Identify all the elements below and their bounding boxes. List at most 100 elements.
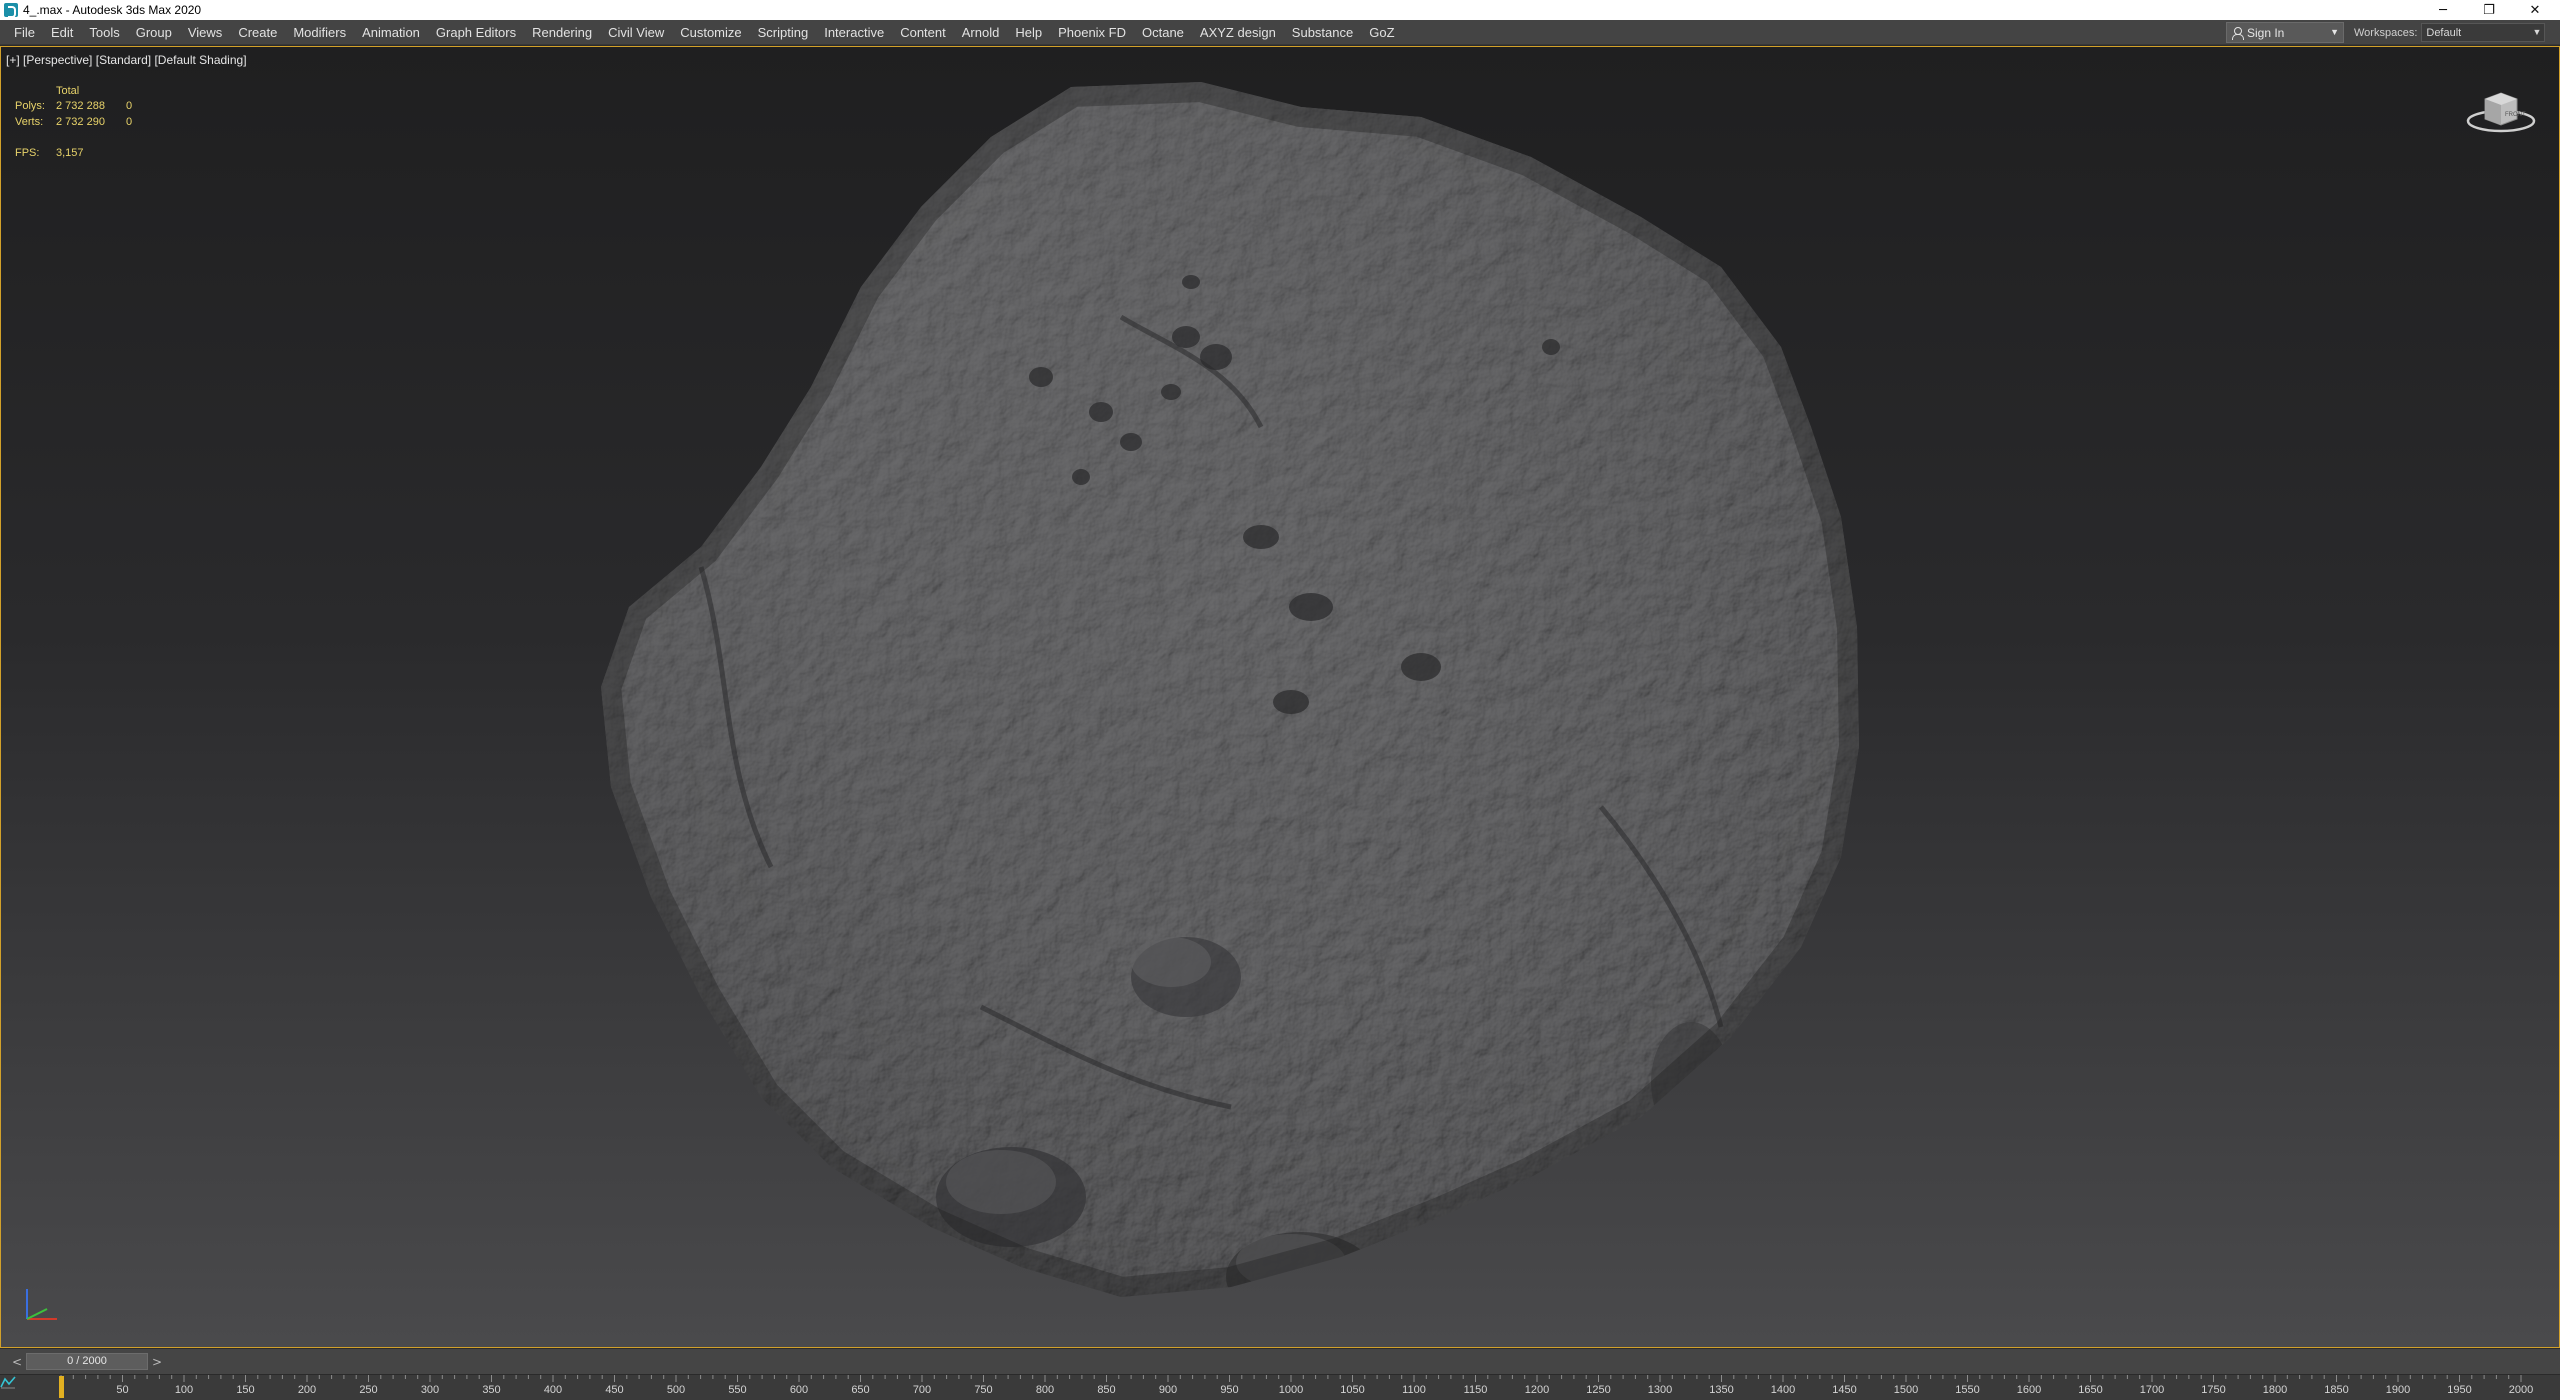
menu-group[interactable]: Group <box>128 20 180 45</box>
asteroid-mesh[interactable] <box>1 47 2559 1347</box>
track-tick-label: 500 <box>667 1384 685 1396</box>
track-tick-label: 1550 <box>1955 1384 1979 1396</box>
track-tick-label: 1000 <box>1279 1384 1303 1396</box>
menu-views[interactable]: Views <box>180 20 230 45</box>
track-tick-label: 1850 <box>2324 1384 2348 1396</box>
menu-civil-view[interactable]: Civil View <box>600 20 672 45</box>
window-title: 4_.max - Autodesk 3ds Max 2020 <box>23 3 202 17</box>
3ds-max-icon <box>4 3 18 18</box>
menu-goz[interactable]: GoZ <box>1361 20 1402 45</box>
track-tick-label: 350 <box>482 1384 500 1396</box>
time-slider-thumb[interactable]: 0 / 2000 <box>26 1353 148 1370</box>
sign-in-dropdown[interactable]: Sign In ▼ <box>2226 22 2344 43</box>
track-tick-label: 1250 <box>1586 1384 1610 1396</box>
minimize-button[interactable]: ─ <box>2420 0 2466 20</box>
track-bar[interactable]: 50 100 150 200 250 300 350 400 450 500 550 600 650 70… <box>0 1374 2560 1400</box>
menu-octane[interactable]: Octane <box>1134 20 1192 45</box>
track-bar-ruler: 50 100 150 200 250 300 350 400 450 500 550 600 650 70… <box>59 1375 2533 1398</box>
viewport-shading[interactable]: [Default Shading] <box>154 53 246 67</box>
stats-verts-row: Verts: 2 732 290 0 <box>15 116 155 130</box>
menu-create[interactable]: Create <box>230 20 285 45</box>
chevron-down-icon: ▼ <box>2532 27 2542 37</box>
workspace-value: Default <box>2426 26 2462 39</box>
track-tick-label: 1300 <box>1648 1384 1672 1396</box>
title-bar: 4_.max - Autodesk 3ds Max 2020 ─ ❐ ✕ <box>0 0 2560 20</box>
track-tick-label: 700 <box>913 1384 931 1396</box>
track-tick-label: 2000 <box>2509 1384 2533 1396</box>
stats-total-header: Total <box>56 85 80 97</box>
menu-graph-editors[interactable]: Graph Editors <box>428 20 524 45</box>
track-tick-label: 1700 <box>2140 1384 2164 1396</box>
track-tick-label: 1750 <box>2201 1384 2225 1396</box>
asteroid-body <box>601 82 1859 1297</box>
menu-modifiers[interactable]: Modifiers <box>285 20 354 45</box>
track-tick-label: 1900 <box>2386 1384 2410 1396</box>
track-tick-label: 150 <box>236 1384 254 1396</box>
track-tick-label: 1650 <box>2078 1384 2102 1396</box>
menu-rendering[interactable]: Rendering <box>524 20 600 45</box>
restore-button[interactable]: ❐ <box>2466 0 2512 20</box>
workspace-dropdown[interactable]: Default ▼ <box>2421 23 2546 42</box>
sign-in-label: Sign In <box>2247 25 2285 40</box>
prev-frame-button[interactable]: < <box>10 1355 24 1369</box>
menu-phoenix-fd[interactable]: Phoenix FD <box>1050 20 1134 45</box>
track-tick-label: 200 <box>298 1384 316 1396</box>
menu-bar: File Edit Tools Group Views Create Modifiers An… <box>0 20 2560 45</box>
perspective-viewport[interactable]: [+] [Perspective] [Standard] [Default Sh… <box>0 46 2560 1348</box>
track-tick-label: 1400 <box>1771 1384 1795 1396</box>
track-tick-label: 100 <box>175 1384 193 1396</box>
menu-substance[interactable]: Substance <box>1284 20 1361 45</box>
viewport-standard[interactable]: [Standard] <box>96 53 151 67</box>
polys-label: Polys: <box>15 100 45 112</box>
workspaces-label: Workspaces: <box>2354 26 2418 39</box>
track-tick-label: 550 <box>728 1384 746 1396</box>
viewcube[interactable]: FRONT <box>2465 85 2537 141</box>
track-tick-label: 1950 <box>2447 1384 2471 1396</box>
track-tick-label: 1100 <box>1402 1384 1426 1396</box>
time-slider: < 0 / 2000 > <box>0 1349 2560 1374</box>
viewport-pov-perspective[interactable]: [Perspective] <box>23 53 92 67</box>
menu-axyz-design[interactable]: AXYZ design <box>1192 20 1284 45</box>
track-tick-label: 750 <box>974 1384 992 1396</box>
chevron-down-icon: ▼ <box>2330 27 2339 37</box>
current-frame-marker[interactable] <box>59 1376 64 1398</box>
stats-fps-row: FPS: 3,157 <box>15 147 155 161</box>
stats-polys-row: Polys: 2 732 288 0 <box>15 100 155 114</box>
menu-customize[interactable]: Customize <box>672 20 749 45</box>
curve-editor-icon[interactable] <box>0 1375 16 1389</box>
menu-file[interactable]: File <box>6 20 43 45</box>
track-tick-label: 800 <box>1036 1384 1054 1396</box>
track-tick-label: 1500 <box>1894 1384 1918 1396</box>
user-icon <box>2231 26 2244 40</box>
menu-interactive[interactable]: Interactive <box>816 20 892 45</box>
verts-label: Verts: <box>15 116 44 128</box>
track-tick-label: 900 <box>1159 1384 1177 1396</box>
track-tick-label: 400 <box>544 1384 562 1396</box>
polys-total: 2 732 288 <box>56 100 105 112</box>
menu-animation[interactable]: Animation <box>354 20 428 45</box>
track-tick-label: 1350 <box>1709 1384 1733 1396</box>
menu-edit[interactable]: Edit <box>43 20 81 45</box>
menu-scripting[interactable]: Scripting <box>750 20 817 45</box>
viewport-label: [+] [Perspective] [Standard] [Default Sh… <box>6 53 247 67</box>
menu-help[interactable]: Help <box>1007 20 1050 45</box>
next-frame-button[interactable]: > <box>150 1355 164 1369</box>
menu-content[interactable]: Content <box>892 20 954 45</box>
close-button[interactable]: ✕ <box>2512 0 2558 20</box>
track-tick-label: 600 <box>790 1384 808 1396</box>
track-tick-label: 1200 <box>1525 1384 1549 1396</box>
track-tick-label: 1800 <box>2263 1384 2287 1396</box>
viewport-menu-plus[interactable]: [+] <box>6 53 20 67</box>
track-tick-label: 850 <box>1097 1384 1115 1396</box>
verts-selected: 0 <box>126 116 133 128</box>
y-axis-icon <box>26 1308 48 1320</box>
track-tick-label: 950 <box>1220 1384 1238 1396</box>
menu-arnold[interactable]: Arnold <box>954 20 1008 45</box>
track-tick-label: 1050 <box>1340 1384 1364 1396</box>
menu-tools[interactable]: Tools <box>81 20 127 45</box>
track-tick-label: 450 <box>605 1384 623 1396</box>
track-tick-label: 1150 <box>1464 1384 1488 1396</box>
track-tick-label: 50 <box>116 1384 128 1396</box>
track-tick-label: 1600 <box>2017 1384 2041 1396</box>
polys-selected: 0 <box>126 100 133 112</box>
